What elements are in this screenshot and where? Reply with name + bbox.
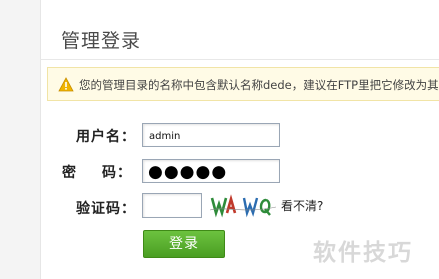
login-button[interactable]: 登录 [143, 230, 225, 258]
captcha-graphic [210, 194, 276, 218]
watermark: 软件技巧 [313, 240, 413, 266]
captcha-input[interactable] [142, 193, 202, 218]
username-input[interactable] [142, 123, 280, 147]
captcha-image[interactable] [210, 194, 276, 218]
password-label-right: 码： [102, 165, 132, 181]
title-divider [40, 59, 439, 60]
username-label: 用户名： [76, 129, 136, 145]
warning-banner: 您的管理目录的名称中包含默认名称dede，建议在FTP里把它修改为其 [47, 67, 439, 101]
password-input[interactable]: ●●●●● [142, 159, 280, 183]
captcha-label: 验证码： [76, 201, 136, 217]
password-label-left: 密 [62, 165, 77, 181]
password-label: 密 码： [62, 162, 132, 182]
captcha-refresh-link[interactable]: 看不清? [281, 197, 323, 214]
page-title: 管理登录 [61, 30, 142, 52]
warning-triangle-icon [58, 77, 74, 92]
warning-text: 您的管理目录的名称中包含默认名称dede，建议在FTP里把它修改为其 [79, 78, 439, 92]
